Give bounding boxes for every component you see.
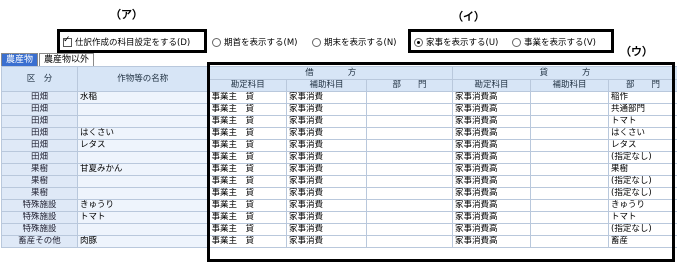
crop-name-cell[interactable] bbox=[77, 223, 209, 236]
category-cell: 特殊施設 bbox=[1, 211, 78, 224]
category-cell: 田畑 bbox=[1, 127, 78, 140]
crop-name-cell[interactable]: 水稲 bbox=[77, 91, 209, 104]
category-cell: 田畑 bbox=[1, 151, 78, 164]
header-category: 区 分 bbox=[1, 66, 78, 92]
show-end-radio[interactable]: 期末を表示する(N) bbox=[312, 36, 397, 48]
radio-icon[interactable] bbox=[414, 37, 423, 47]
crop-name-cell[interactable] bbox=[77, 187, 209, 200]
crop-name-cell[interactable] bbox=[77, 115, 209, 128]
category-cell: 果樹 bbox=[1, 175, 78, 188]
checkbox-box[interactable] bbox=[63, 35, 72, 47]
header-name: 作物等の名称 bbox=[77, 66, 209, 92]
callout-box-u bbox=[207, 62, 675, 262]
show-household-label: 家事を表示する(U) bbox=[426, 38, 499, 48]
crop-name-cell[interactable]: きゅうり bbox=[77, 199, 209, 212]
show-beginning-radio[interactable]: 期首を表示する(M) bbox=[212, 36, 297, 48]
crop-name-cell[interactable] bbox=[77, 175, 209, 188]
category-cell: 田畑 bbox=[1, 115, 78, 128]
category-cell: 田畑 bbox=[1, 91, 78, 104]
callout-a: （ア） bbox=[110, 8, 143, 21]
crop-name-cell[interactable] bbox=[77, 151, 209, 164]
tab-non-agricultural[interactable]: 農産物以外 bbox=[39, 53, 95, 66]
category-cell: 田畑 bbox=[1, 103, 78, 116]
crop-name-cell[interactable]: 甘夏みかん bbox=[77, 163, 209, 176]
tab-agricultural[interactable]: 農産物 bbox=[1, 53, 39, 66]
show-end-label: 期末を表示する(N) bbox=[324, 38, 397, 48]
crop-name-cell[interactable]: トマト bbox=[77, 211, 209, 224]
category-cell: 果樹 bbox=[1, 163, 78, 176]
crop-name-cell[interactable]: 肉豚 bbox=[77, 235, 209, 248]
radio-icon[interactable] bbox=[512, 37, 521, 47]
tab-strip: 農産物 農産物以外 bbox=[1, 53, 95, 66]
crop-name-cell[interactable] bbox=[77, 103, 209, 116]
show-household-radio[interactable]: 家事を表示する(U) bbox=[414, 36, 498, 48]
category-cell: 畜産その他 bbox=[1, 235, 78, 248]
radio-icon[interactable] bbox=[312, 37, 321, 47]
category-cell: 特殊施設 bbox=[1, 199, 78, 212]
callout-i: （イ） bbox=[452, 10, 485, 23]
show-business-radio[interactable]: 事業を表示する(V) bbox=[512, 36, 596, 48]
crop-name-cell[interactable]: レタス bbox=[77, 139, 209, 152]
show-business-label: 事業を表示する(V) bbox=[524, 38, 596, 48]
show-beginning-label: 期首を表示する(M) bbox=[224, 38, 298, 48]
crop-name-cell[interactable]: はくさい bbox=[77, 127, 209, 140]
journal-setting-checkbox[interactable]: 仕訳作成の科目設定をする(D) bbox=[63, 35, 191, 48]
callout-u: （ウ） bbox=[620, 45, 653, 58]
category-cell: 田畑 bbox=[1, 139, 78, 152]
category-cell: 果樹 bbox=[1, 187, 78, 200]
radio-icon[interactable] bbox=[212, 37, 221, 47]
journal-setting-label: 仕訳作成の科目設定をする(D) bbox=[75, 38, 191, 48]
category-cell: 特殊施設 bbox=[1, 223, 78, 236]
